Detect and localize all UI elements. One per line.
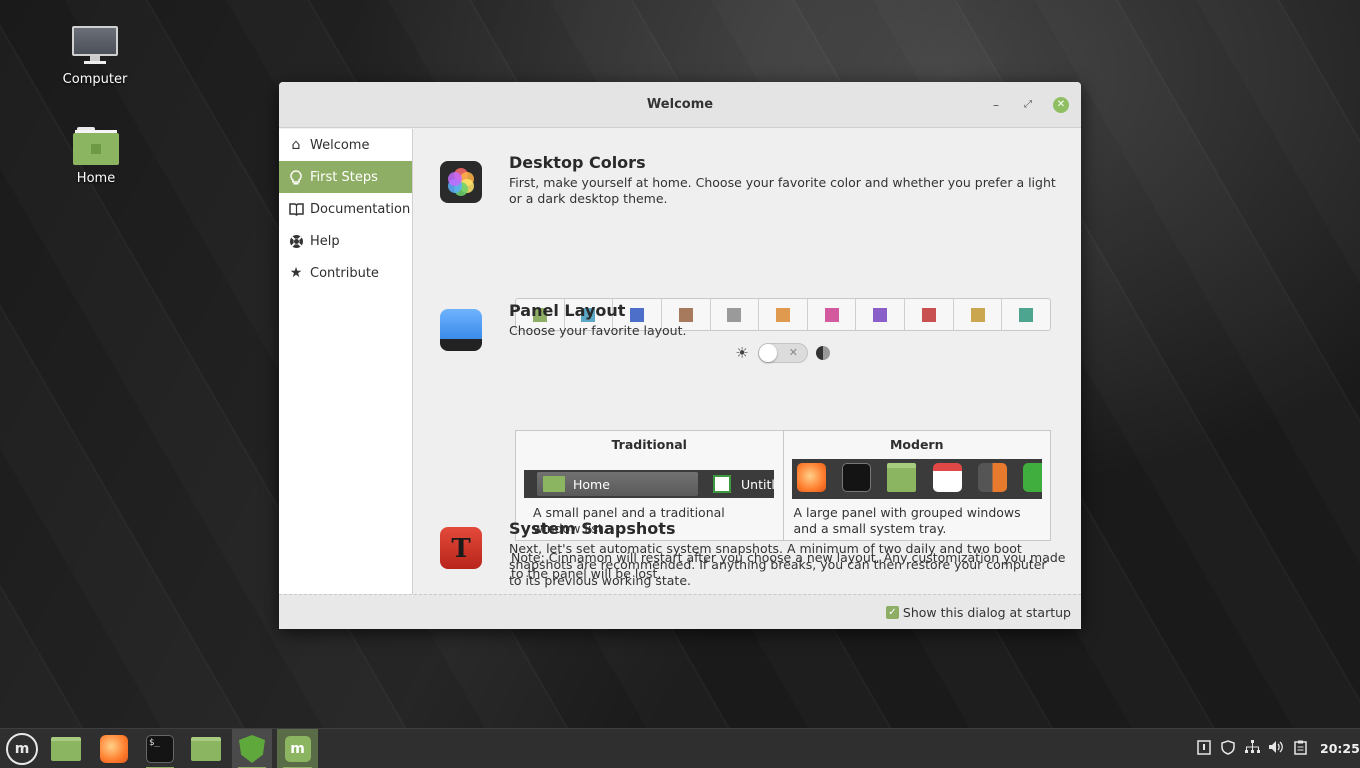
book-icon xyxy=(288,201,304,217)
sidebar-item-label: Documentation xyxy=(310,201,411,217)
spreadsheet-icon xyxy=(1022,463,1042,492)
terminal-icon: $_ xyxy=(146,735,174,763)
desktop-colors-description: First, make yourself at home. Choose you… xyxy=(509,175,1056,206)
taskbar-welcome[interactable]: m xyxy=(277,729,318,768)
sidebar-item-welcome[interactable]: ⌂ Welcome xyxy=(279,129,412,161)
lightbulb-icon xyxy=(288,169,304,185)
firefox-icon xyxy=(100,735,128,763)
swatch-brown xyxy=(678,307,693,322)
swatch-teal xyxy=(1019,307,1034,322)
swatch-sand xyxy=(970,307,985,322)
preview-window-label: Home xyxy=(573,476,610,492)
taskbar-files[interactable] xyxy=(186,729,226,768)
layout-description: A large panel with grouped windows and a… xyxy=(793,505,1021,536)
timeshift-icon: T xyxy=(440,527,482,569)
spreadsheet-icon xyxy=(713,475,731,493)
desktop-icon-computer[interactable]: Computer xyxy=(45,26,145,87)
taskbar-show-desktop[interactable] xyxy=(46,729,86,768)
welcome-window: Welcome – ⤢ ✕ ⌂ Welcome First Steps Docu… xyxy=(279,82,1081,629)
calendar-icon xyxy=(932,463,962,492)
svg-text:T: T xyxy=(451,534,471,564)
checkbox-checked-icon: ✓ xyxy=(885,606,899,619)
lifebuoy-icon xyxy=(288,233,304,249)
sidebar-item-documentation[interactable]: Documentation xyxy=(279,193,412,225)
taskbar-firefox[interactable] xyxy=(94,729,134,768)
taskbar-update-manager[interactable] xyxy=(232,729,272,768)
sidebar-item-first-steps[interactable]: First Steps xyxy=(279,161,412,193)
sidebar-item-label: First Steps xyxy=(310,169,378,185)
show-at-startup-label: Show this dialog at startup xyxy=(902,605,1071,620)
panel-layout-title: Panel Layout xyxy=(509,301,626,320)
sidebar: ⌂ Welcome First Steps Documentation Help… xyxy=(279,129,413,594)
moon-icon xyxy=(816,346,830,360)
maximize-button[interactable]: ⤢ xyxy=(1020,97,1036,113)
sidebar-item-label: Contribute xyxy=(310,265,379,281)
folder-icon xyxy=(886,463,916,492)
volume-icon[interactable] xyxy=(1264,740,1288,758)
swatch-red xyxy=(921,307,936,322)
swatch-blue xyxy=(630,307,645,322)
traditional-panel-preview: Home Untitle xyxy=(524,470,774,498)
home-icon: ⌂ xyxy=(291,137,301,153)
preview-window-button: Home xyxy=(537,472,698,496)
panel-layout-description: Choose your favorite layout. xyxy=(509,323,687,338)
switch-knob xyxy=(759,344,777,362)
folder-icon xyxy=(543,476,565,492)
show-at-startup-checkbox[interactable]: ✓ Show this dialog at startup xyxy=(885,605,1071,620)
swatch-purple xyxy=(873,307,888,322)
mint-welcome-icon: m xyxy=(284,736,311,762)
star-icon: ★ xyxy=(289,265,303,281)
swatch-orange xyxy=(776,307,791,322)
clipboard-icon[interactable] xyxy=(1288,740,1312,759)
folder-icon xyxy=(191,737,221,761)
close-button[interactable]: ✕ xyxy=(1053,97,1069,113)
calculator-icon xyxy=(977,463,1007,492)
window-footer: ✓ Show this dialog at startup xyxy=(279,594,1081,629)
modern-panel-preview xyxy=(791,459,1042,499)
window-titlebar[interactable]: Welcome – ⤢ ✕ xyxy=(279,82,1081,128)
taskbar-terminal[interactable]: $_ xyxy=(140,729,180,768)
layout-modern[interactable]: Modern A large panel with grouped window… xyxy=(782,431,1051,540)
window-title: Welcome xyxy=(646,97,714,112)
swatch-grey xyxy=(727,307,742,322)
minimize-button[interactable]: – xyxy=(988,97,1004,113)
shield-icon[interactable] xyxy=(1216,739,1240,759)
system-tray xyxy=(1192,729,1312,768)
sidebar-item-label: Welcome xyxy=(310,137,370,153)
system-snapshots-description: Next, let's set automatic system snapsho… xyxy=(509,541,1047,588)
panel-layout-icon xyxy=(440,309,482,351)
preview-window-label: Untitle xyxy=(741,476,774,492)
clock[interactable]: 20:25 xyxy=(1320,741,1360,756)
desktop-icon-label: Computer xyxy=(62,72,128,87)
sidebar-item-contribute[interactable]: ★ Contribute xyxy=(279,257,412,289)
theme-toggle: ☀ ✕ xyxy=(734,342,830,364)
menu-button[interactable]: m xyxy=(3,729,41,768)
dark-mode-switch[interactable]: ✕ xyxy=(758,343,808,363)
desktop-colors-title: Desktop Colors xyxy=(509,153,646,172)
content-pane[interactable]: Desktop Colors First, make yourself at h… xyxy=(414,129,1081,594)
layout-name: Modern xyxy=(889,437,944,452)
layout-name: Traditional xyxy=(611,437,687,452)
swatch-pink xyxy=(824,307,839,322)
system-snapshots-title: System Snapshots xyxy=(509,519,676,538)
desktop-icon-home[interactable]: Home xyxy=(46,127,146,186)
computer-icon xyxy=(72,26,118,66)
firefox-icon xyxy=(796,463,826,492)
color-palette-icon xyxy=(440,161,482,203)
shield-icon xyxy=(239,735,265,763)
sidebar-item-label: Help xyxy=(310,233,340,249)
terminal-icon xyxy=(841,463,871,492)
home-folder-icon xyxy=(73,127,119,165)
folder-icon xyxy=(51,737,81,761)
switch-off-mark: ✕ xyxy=(788,346,798,359)
preview-window-button: Untitle xyxy=(705,472,774,496)
taskbar: m $_ m 20:25 xyxy=(0,728,1360,768)
sun-icon: ☀ xyxy=(735,344,749,362)
network-icon[interactable] xyxy=(1240,740,1264,758)
update-icon[interactable] xyxy=(1192,739,1216,759)
desktop-icon-label: Home xyxy=(76,171,116,186)
mint-logo-icon: m xyxy=(6,733,38,765)
sidebar-item-help[interactable]: Help xyxy=(279,225,412,257)
